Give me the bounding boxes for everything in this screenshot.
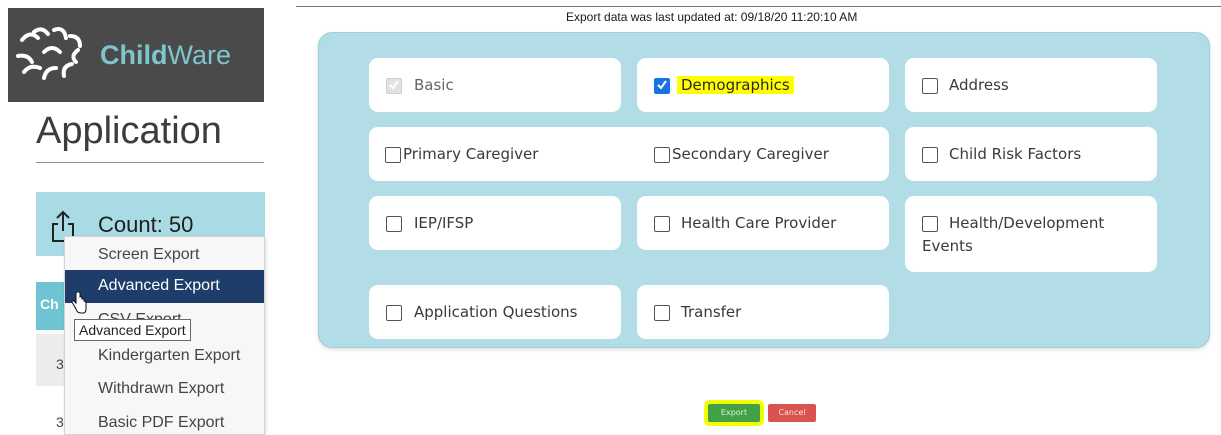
application-questions-label: Application Questions (414, 303, 578, 321)
option-application-questions[interactable]: Application Questions (369, 285, 621, 339)
health-development-events-label-line2: Events (922, 237, 973, 255)
title-divider (36, 162, 264, 163)
primary-caregiver-checkbox[interactable] (385, 147, 401, 163)
menu-item-basic-pdf-export[interactable]: Basic PDF Export (65, 407, 264, 435)
screenshot-stage: ChildWare Application Count: 50 Ch 3 3 S… (0, 0, 1221, 435)
health-care-provider-checkbox[interactable] (654, 216, 670, 232)
cancel-button[interactable]: Cancel (768, 404, 816, 422)
menu-item-kindergarten-export[interactable]: Kindergarten Export (65, 340, 264, 373)
child-risk-factors-checkbox[interactable] (922, 147, 938, 163)
application-questions-checkbox[interactable] (386, 305, 402, 321)
basic-label: Basic (414, 76, 454, 94)
page-title: Application (36, 110, 222, 152)
demographics-checkbox[interactable] (654, 78, 670, 94)
option-address[interactable]: Address (905, 58, 1157, 112)
address-checkbox[interactable] (922, 78, 938, 94)
health-development-events-checkbox[interactable] (922, 216, 938, 232)
transfer-label: Transfer (681, 303, 742, 321)
hand-pointer-icon (71, 292, 87, 314)
checkmark-icon (389, 80, 399, 90)
health-care-provider-label: Health Care Provider (681, 214, 837, 232)
option-health-development-events[interactable]: Health/Development Events (905, 196, 1157, 272)
menu-item-screen-export[interactable]: Screen Export (65, 239, 264, 272)
health-development-events-label-line1: Health/Development (949, 214, 1105, 232)
secondary-caregiver-checkbox[interactable] (654, 147, 670, 163)
checkmark-icon (657, 80, 667, 90)
export-button[interactable]: Export (708, 404, 760, 422)
option-transfer[interactable]: Transfer (637, 285, 889, 339)
brand-wordmark: ChildWare (100, 40, 232, 70)
demographics-label: Demographics (677, 76, 794, 94)
option-iep-ifsp[interactable]: IEP/IFSP (369, 196, 621, 250)
secondary-caregiver-label: Secondary Caregiver (672, 145, 829, 163)
export-options-panel: Basic Demographics Address Primary Careg… (318, 32, 1210, 348)
tooltip: Advanced Export (74, 319, 191, 341)
option-basic[interactable]: Basic (369, 58, 621, 112)
option-demographics[interactable]: Demographics (637, 58, 889, 112)
iep-ifsp-checkbox[interactable] (386, 216, 402, 232)
menu-item-advanced-export[interactable]: Advanced Export (65, 270, 264, 303)
option-caregivers: Primary Caregiver Secondary Caregiver (369, 127, 889, 181)
address-label: Address (949, 76, 1009, 94)
brand-logo: ChildWare (8, 8, 264, 102)
iep-ifsp-label: IEP/IFSP (414, 214, 474, 232)
childware-logo-icon (16, 27, 82, 80)
child-risk-factors-label: Child Risk Factors (949, 145, 1082, 163)
header-divider (296, 6, 1221, 7)
menu-item-withdrawn-export[interactable]: Withdrawn Export (65, 373, 264, 406)
last-updated-status: Export data was last updated at: 09/18/2… (566, 10, 858, 24)
option-health-care-provider[interactable]: Health Care Provider (637, 196, 889, 250)
basic-checkbox[interactable] (386, 78, 402, 94)
transfer-checkbox[interactable] (654, 305, 670, 321)
primary-caregiver-label: Primary Caregiver (403, 145, 539, 163)
option-child-risk-factors[interactable]: Child Risk Factors (905, 127, 1157, 181)
record-count: Count: 50 (98, 212, 194, 237)
